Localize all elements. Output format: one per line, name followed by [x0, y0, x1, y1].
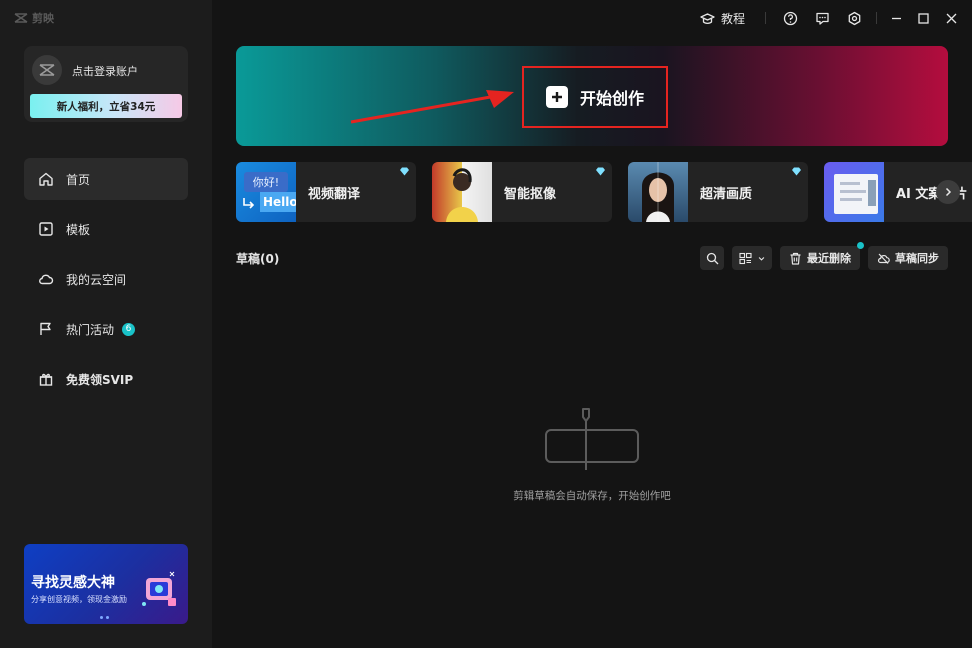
translate-arrow-icon	[243, 198, 255, 209]
creator-illustration-icon	[142, 571, 176, 606]
tutorial-label: 教程	[721, 12, 746, 26]
vip-diamond-icon	[792, 167, 801, 176]
message-icon	[815, 12, 829, 25]
chevron-right-icon	[945, 187, 952, 197]
feature-card-hd-quality[interactable]: 超清画质	[628, 162, 808, 222]
settings-button[interactable]	[846, 10, 862, 26]
flag-icon	[40, 322, 51, 335]
vip-diamond-icon	[400, 167, 409, 176]
chevron-down-icon	[758, 256, 764, 261]
divider	[765, 12, 766, 24]
feedback-button[interactable]	[814, 10, 830, 26]
smart-cutout-thumbnail	[432, 162, 492, 222]
app-logo: 剪映	[14, 10, 54, 26]
newcomer-promo-banner[interactable]: 新人福利，立省34元	[30, 94, 182, 118]
drafts-title: 草稿(0)	[236, 252, 280, 266]
inspiration-banner[interactable]: 寻找灵感大神 分享创意视频，领现金激励	[24, 544, 188, 624]
maximize-icon	[917, 12, 929, 24]
banner-title: 寻找灵感大神	[31, 575, 115, 591]
home-icon	[39, 172, 53, 186]
start-creation-label: 开始创作	[579, 89, 644, 108]
recently-deleted-label: 最近删除	[807, 252, 851, 265]
sidebar: 剪映 点击登录账户 新人福利，立省34元 首页 模板 我的云空间 热门活动 6 …	[0, 0, 212, 648]
title-bar: 教程	[212, 0, 972, 36]
feature-label: 智能抠像	[504, 187, 557, 202]
help-icon	[783, 11, 797, 25]
feature-label: 视频翻译	[308, 187, 361, 202]
account-card[interactable]: 点击登录账户 新人福利，立省34元	[24, 46, 188, 122]
draft-sync-label: 草稿同步	[895, 252, 939, 265]
gear-icon	[848, 11, 860, 25]
sidebar-item-cloud-space[interactable]: 我的云空间	[24, 258, 188, 300]
carousel-dots[interactable]	[100, 616, 109, 619]
minimize-icon	[891, 17, 901, 19]
avatar[interactable]	[32, 55, 62, 85]
feature-cards: 你好! Hello 视频翻译 智能抠像 超清画质 AI 文案成片	[236, 162, 972, 222]
sidebar-item-templates[interactable]: 模板	[24, 208, 188, 250]
gift-icon	[39, 373, 53, 386]
feature-label: 超清画质	[700, 187, 753, 202]
search-drafts-button[interactable]	[700, 246, 724, 270]
sidebar-item-hot-events[interactable]: 热门活动 6	[24, 308, 188, 350]
login-link[interactable]: 点击登录账户	[72, 63, 138, 79]
graduation-cap-icon	[700, 12, 715, 24]
thumb-target-text: Hello	[260, 192, 296, 212]
grid-view-icon	[738, 252, 752, 264]
tutorial-button[interactable]: 教程	[700, 10, 745, 27]
annotation-arrow	[350, 90, 514, 124]
view-mode-dropdown[interactable]	[732, 246, 772, 270]
start-creation-banner[interactable]: 开始创作	[236, 46, 948, 146]
sidebar-item-home[interactable]: 首页	[24, 158, 188, 200]
empty-drafts-illustration-icon	[545, 408, 639, 470]
empty-drafts-message: 剪辑草稿会自动保存，开始创作吧	[513, 490, 671, 502]
hd-quality-thumbnail	[628, 162, 688, 222]
start-creation-button[interactable]: 开始创作	[522, 66, 668, 128]
ai-script-thumbnail	[824, 162, 884, 222]
template-icon	[39, 222, 53, 236]
sidebar-item-label: 免费领SVIP	[66, 372, 134, 387]
sidebar-item-label: 热门活动	[66, 322, 115, 337]
help-button[interactable]	[782, 10, 798, 26]
divider	[876, 12, 877, 24]
capcut-logo-icon	[14, 13, 28, 23]
close-button[interactable]	[943, 10, 959, 26]
person-portrait-icon	[446, 168, 478, 222]
features-next-button[interactable]	[936, 180, 960, 204]
video-translate-thumbnail: 你好! Hello	[236, 162, 296, 222]
draft-sync-button[interactable]: 草稿同步	[868, 246, 948, 270]
app-name: 剪映	[32, 12, 54, 25]
cloud-sync-icon	[877, 253, 890, 264]
recently-deleted-button[interactable]: 最近删除	[780, 242, 864, 270]
capcut-logo-icon	[39, 64, 55, 76]
vip-diamond-icon	[596, 167, 605, 176]
sidebar-item-free-svip[interactable]: 免费领SVIP	[24, 358, 188, 400]
minimize-button[interactable]	[888, 10, 904, 26]
new-indicator-dot	[857, 242, 864, 249]
sidebar-nav: 首页 模板 我的云空间 热门活动 6 免费领SVIP	[24, 158, 188, 408]
feature-card-smart-cutout[interactable]: 智能抠像	[432, 162, 612, 222]
notification-badge: 6	[122, 322, 136, 336]
sidebar-item-label: 模板	[66, 222, 91, 237]
maximize-button[interactable]	[915, 10, 931, 26]
scrollbar[interactable]	[968, 36, 972, 648]
search-icon	[706, 252, 718, 264]
trash-icon	[790, 252, 801, 265]
feature-card-video-translate[interactable]: 你好! Hello 视频翻译	[236, 162, 416, 222]
banner-subtitle: 分享创意视频，领现金激励	[31, 595, 127, 604]
sidebar-item-label: 我的云空间	[66, 272, 127, 287]
cloud-icon	[39, 274, 54, 285]
thumb-source-text: 你好!	[244, 172, 288, 192]
portrait-photo-icon	[642, 162, 674, 222]
sidebar-item-label: 首页	[66, 172, 91, 187]
close-icon	[946, 13, 956, 23]
plus-icon	[545, 86, 568, 108]
